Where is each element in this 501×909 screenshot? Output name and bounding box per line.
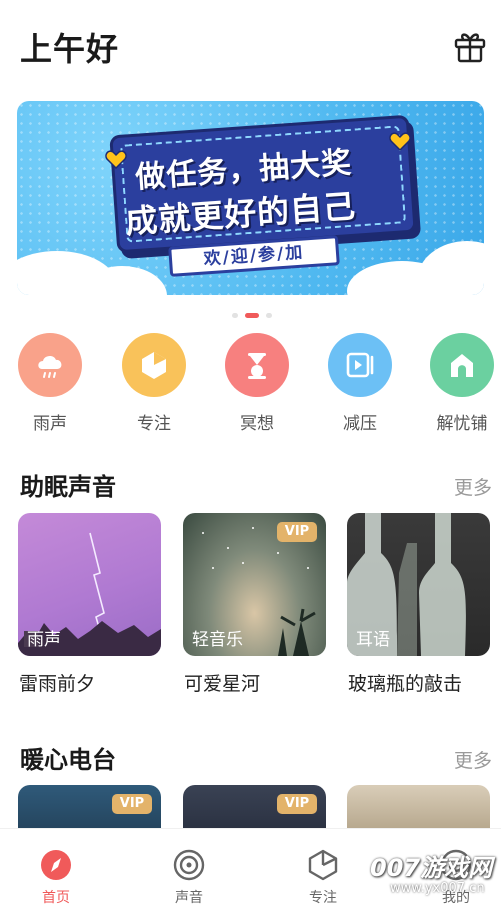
category-comfort[interactable]: 解忧铺 [417, 333, 501, 434]
watermark-title: 007游戏网 [370, 854, 493, 882]
radio-card[interactable]: VIP [183, 785, 326, 829]
focus-pie-icon [307, 849, 339, 881]
greeting-title: 上午好 [20, 30, 120, 68]
pager-dot [266, 313, 272, 318]
heart-icon [389, 132, 411, 151]
site-watermark: 007游戏网 www.yx007.cn [368, 848, 501, 904]
sound-tag: 轻音乐 [192, 630, 243, 650]
tab-home[interactable]: 首页 [11, 829, 101, 907]
tab-label: 专注 [309, 890, 337, 906]
category-rain[interactable]: 雨声 [5, 333, 95, 434]
heart-icon [105, 150, 127, 169]
category-decompress[interactable]: 减压 [315, 333, 405, 434]
more-link-radio[interactable]: 更多 [454, 746, 492, 773]
compass-icon [40, 849, 72, 881]
category-row: 雨声 专注 冥想 减压 解忧铺 [0, 333, 501, 434]
sound-name[interactable]: 玻璃瓶的敲击 [348, 669, 462, 696]
sound-name[interactable]: 雷雨前夕 [19, 669, 95, 696]
section-title-radio: 暖心电台 [20, 746, 116, 774]
gift-icon[interactable] [452, 28, 488, 64]
radio-card[interactable]: VIP [18, 785, 161, 829]
sound-tag: 雨声 [27, 630, 61, 650]
vip-badge: VIP [277, 794, 317, 814]
category-label: 减压 [343, 414, 377, 434]
sound-tag: 耳语 [356, 630, 390, 650]
radio-card[interactable] [347, 785, 490, 829]
section-title-sleep: 助眠声音 [20, 473, 116, 501]
hourglass-icon [225, 333, 289, 397]
cloud-rain-icon [18, 333, 82, 397]
category-focus[interactable]: 专注 [109, 333, 199, 434]
vip-badge: VIP [277, 522, 317, 542]
more-link-sleep[interactable]: 更多 [454, 473, 492, 500]
disc-icon [173, 849, 205, 881]
category-meditation[interactable]: 冥想 [212, 333, 302, 434]
pager-dot-active [245, 313, 259, 318]
focus-pie-icon [122, 333, 186, 397]
home-icon [430, 333, 494, 397]
sound-card[interactable]: VIP 轻音乐 [183, 513, 326, 656]
sound-card[interactable]: 耳语 [347, 513, 490, 656]
sound-card[interactable]: 雨声 [18, 513, 161, 656]
category-label: 雨声 [33, 414, 67, 434]
category-label: 专注 [137, 414, 171, 434]
category-label: 冥想 [240, 414, 274, 434]
tab-label: 声音 [175, 890, 203, 906]
watermark-url: www.yx007.cn [390, 881, 485, 896]
banner-pager [232, 313, 272, 319]
pager-dot [232, 313, 238, 318]
tab-label: 首页 [42, 890, 70, 906]
category-label: 解忧铺 [436, 414, 488, 434]
tab-sounds[interactable]: 声音 [144, 829, 234, 907]
vip-badge: VIP [112, 794, 152, 814]
promo-banner[interactable]: 做任务，抽大奖 成就更好的自己 欢/迎/参/加 [17, 101, 484, 295]
play-card-icon [328, 333, 392, 397]
tab-focus[interactable]: 专注 [278, 829, 368, 907]
header: 上午好 [0, 0, 501, 90]
sound-name[interactable]: 可爱星河 [184, 669, 260, 696]
